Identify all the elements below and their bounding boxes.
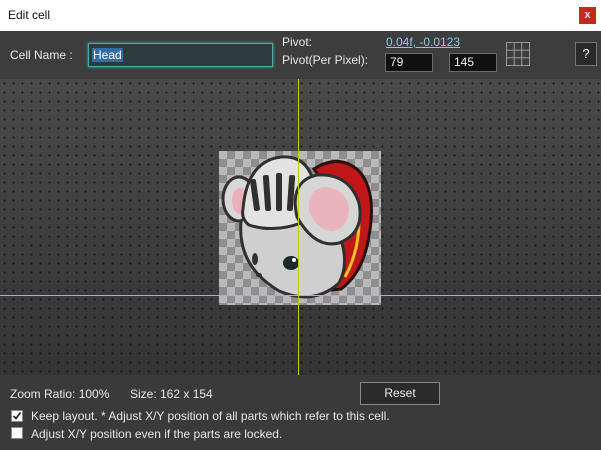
zoom-ratio-text: Zoom Ratio: 100% — [10, 387, 110, 401]
adjust-locked-label: Adjust X/Y position even if the parts ar… — [31, 427, 283, 441]
pivot-guide-vertical — [298, 79, 299, 375]
adjust-locked-checkbox[interactable] — [11, 427, 23, 439]
pivot-per-pixel-label: Pivot(Per Pixel): — [282, 53, 369, 67]
check-icon — [12, 412, 22, 420]
sprite-cell[interactable] — [219, 151, 381, 305]
cell-preview-canvas[interactable] — [0, 79, 601, 375]
pivot-guide-horizontal — [0, 295, 601, 296]
cell-name-value: Head — [92, 48, 123, 62]
keep-layout-label: Keep layout. * Adjust X/Y position of al… — [31, 409, 390, 423]
title-bar: Edit cell x — [0, 0, 601, 31]
window-title: Edit cell — [8, 8, 51, 22]
reset-button[interactable]: Reset — [360, 382, 440, 405]
close-button[interactable]: x — [579, 7, 596, 24]
size-text: Size: 162 x 154 — [130, 387, 213, 401]
pivot-y-input[interactable]: 145 — [449, 53, 497, 72]
help-button[interactable]: ? — [575, 42, 597, 66]
footer-panel: Zoom Ratio: 100% Size: 162 x 154 Reset K… — [0, 375, 601, 450]
grid-button[interactable] — [506, 42, 530, 66]
cell-name-label: Cell Name : — [10, 48, 73, 62]
knight-mouse-head-sprite — [221, 155, 373, 299]
pivot-x-input[interactable]: 79 — [385, 53, 433, 72]
keep-layout-checkbox[interactable] — [11, 410, 23, 422]
cell-properties-panel: Cell Name : Head Pivot: 0.04f, -0.0123 P… — [0, 31, 601, 79]
grid-icon — [506, 42, 530, 66]
pivot-label: Pivot: — [282, 35, 313, 49]
cell-name-input[interactable]: Head — [88, 43, 273, 67]
pivot-value-link[interactable]: 0.04f, -0.0123 — [386, 35, 460, 49]
